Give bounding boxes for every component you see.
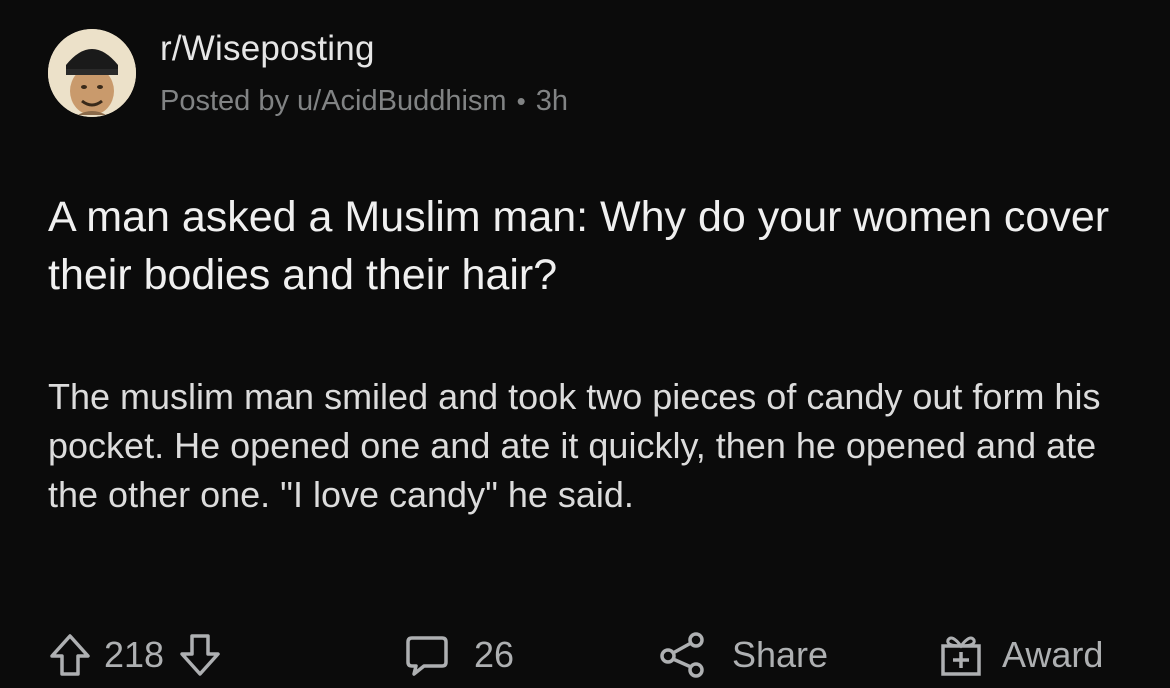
share-button[interactable]: Share <box>658 630 828 680</box>
vote-controls: 218 <box>48 630 222 680</box>
award-label: Award <box>1002 634 1104 675</box>
post-title[interactable]: A man asked a Muslim man: Why do your wo… <box>48 188 1138 304</box>
downvote-arrow-icon[interactable] <box>178 632 222 678</box>
byline: Posted by u/AcidBuddhism • 3h <box>160 84 568 118</box>
gift-box-icon <box>938 632 984 678</box>
post-age: 3h <box>535 85 568 117</box>
share-icon <box>658 632 706 678</box>
post-header: r/Wiseposting Posted by u/AcidBuddhism •… <box>48 28 568 118</box>
subreddit-name[interactable]: r/Wiseposting <box>160 28 568 70</box>
subreddit-avatar[interactable] <box>48 29 136 117</box>
share-label: Share <box>732 634 829 675</box>
avatar-portrait-icon <box>48 29 136 117</box>
comment-bubble-icon <box>404 632 450 678</box>
post-action-bar: 218 26 Share Award <box>48 630 1148 680</box>
post-body: The muslim man smiled and took two piece… <box>48 376 1101 515</box>
post-card: r/Wiseposting Posted by u/AcidBuddhism •… <box>0 0 1170 688</box>
comment-count: 26 <box>474 634 515 675</box>
award-button[interactable]: Award <box>938 630 1103 680</box>
byline-separator: • <box>516 86 526 116</box>
vote-count: 218 <box>104 634 165 675</box>
author-line[interactable]: Posted by u/AcidBuddhism <box>160 84 507 118</box>
post-meta: r/Wiseposting Posted by u/AcidBuddhism •… <box>160 28 568 118</box>
upvote-arrow-icon[interactable] <box>48 632 92 678</box>
comments-button[interactable]: 26 <box>404 630 514 680</box>
